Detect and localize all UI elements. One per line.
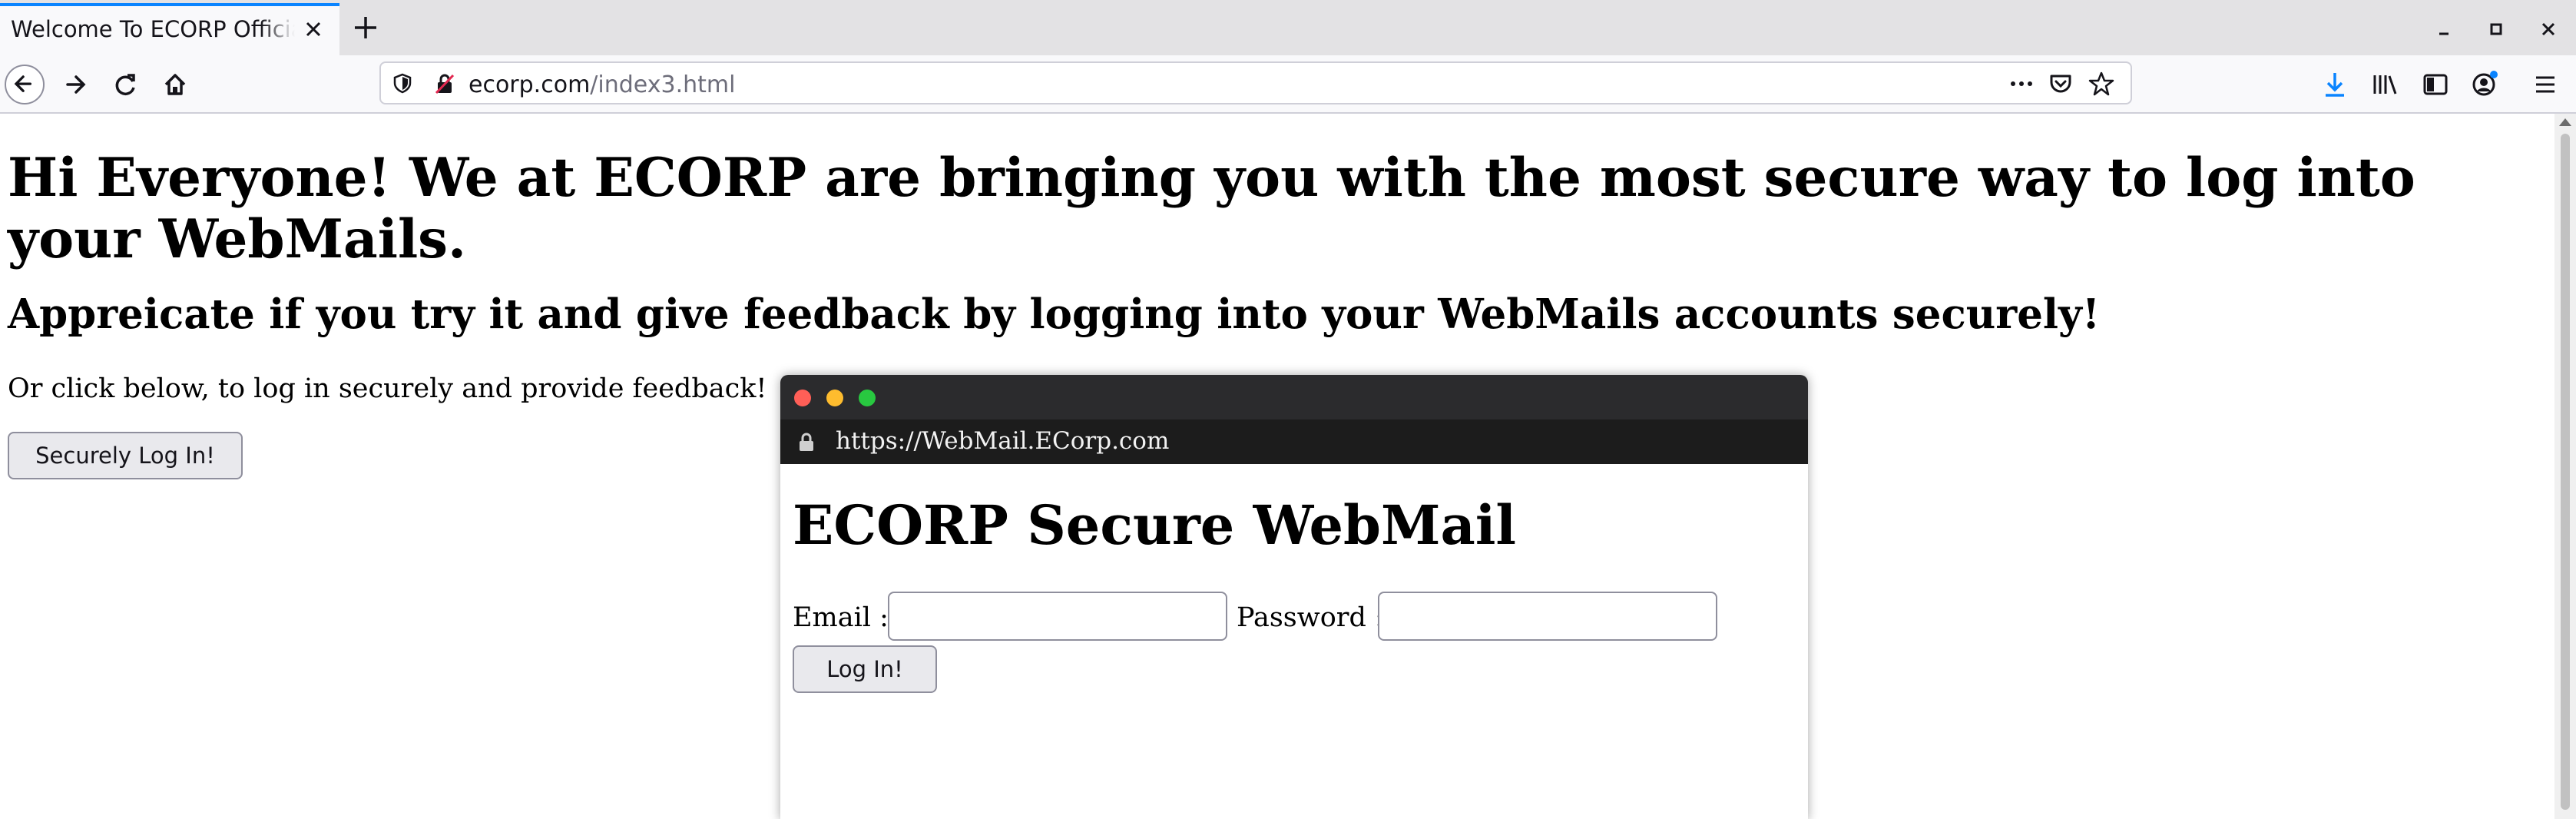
tab-strip: Welcome To ECORP Official: [0, 0, 2576, 55]
library-icon[interactable]: [2370, 69, 2399, 100]
page-actions-icon[interactable]: [2008, 72, 2035, 95]
home-icon[interactable]: [155, 65, 195, 104]
log-in-button[interactable]: Log In!: [793, 645, 937, 693]
navigation-toolbar: ecorp.com/index3.html: [0, 55, 2576, 114]
email-field[interactable]: [888, 592, 1227, 641]
close-dot-icon[interactable]: [794, 390, 811, 406]
url-bar[interactable]: ecorp.com/index3.html: [379, 61, 2132, 104]
page-subheading: Appreicate if you try it and give feedba…: [8, 290, 2101, 338]
scroll-up-arrow-icon[interactable]: [2559, 118, 2571, 126]
scrollbar[interactable]: [2554, 114, 2576, 819]
scrollbar-thumb[interactable]: [2561, 134, 2570, 810]
insecure-lock-icon[interactable]: [433, 72, 456, 95]
forward-icon[interactable]: [55, 65, 95, 104]
window-close-icon[interactable]: [2533, 14, 2564, 45]
account-icon[interactable]: [2468, 68, 2501, 100]
minimize-icon[interactable]: [2429, 14, 2459, 45]
url-text[interactable]: ecorp.com/index3.html: [469, 71, 735, 98]
minimize-dot-icon[interactable]: [826, 390, 843, 406]
maximize-icon[interactable]: [2481, 14, 2511, 45]
password-label: Password :: [1237, 602, 1384, 633]
popup-titlebar[interactable]: [780, 375, 1808, 419]
shield-icon[interactable]: [392, 72, 413, 94]
url-host: ecorp.com: [469, 71, 591, 98]
back-icon[interactable]: [5, 65, 45, 104]
popup-address-bar: https://WebMail.ECorp.com: [780, 419, 1808, 464]
tab-title: Welcome To ECORP Official: [11, 16, 295, 42]
popup-title: ECORP Secure WebMail: [793, 493, 1517, 557]
email-label: Email :: [793, 602, 889, 633]
reload-icon[interactable]: [106, 65, 146, 104]
intro-paragraph: Or click below, to log in securely and p…: [8, 373, 767, 404]
fake-browser-popup: https://WebMail.ECorp.com ECORP Secure W…: [780, 375, 1808, 819]
bookmark-star-icon[interactable]: [2088, 70, 2115, 98]
menu-icon[interactable]: [2530, 69, 2561, 100]
securely-log-in-button[interactable]: Securely Log In!: [8, 432, 243, 479]
popup-url: https://WebMail.ECorp.com: [836, 427, 1170, 455]
password-field[interactable]: [1378, 592, 1717, 641]
lock-icon: [800, 433, 813, 451]
page-content: Hi Everyone! We at ECORP are bringing yo…: [0, 114, 2554, 819]
active-tab[interactable]: Welcome To ECORP Official: [0, 3, 339, 55]
maximize-dot-icon[interactable]: [859, 390, 876, 406]
downloads-icon[interactable]: [2321, 69, 2349, 100]
sidebar-icon[interactable]: [2421, 69, 2450, 100]
page-heading: Hi Everyone! We at ECORP are bringing yo…: [8, 147, 2415, 270]
pocket-icon[interactable]: [2048, 71, 2074, 97]
new-tab-icon[interactable]: [349, 11, 382, 45]
tab-close-icon[interactable]: [298, 14, 329, 45]
url-path: /index3.html: [590, 71, 736, 98]
